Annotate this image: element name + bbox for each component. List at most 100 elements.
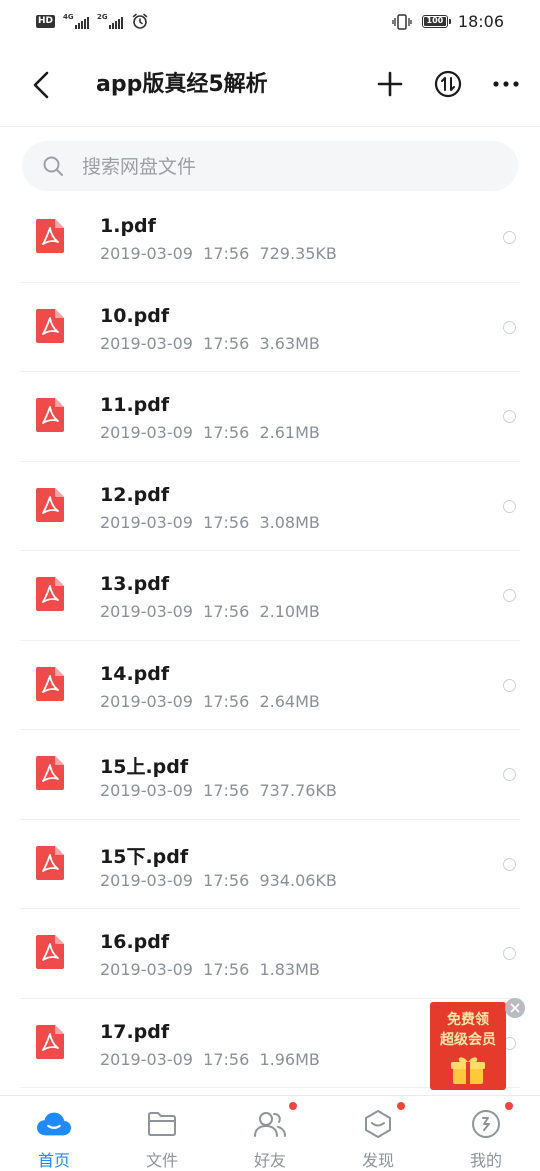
select-radio[interactable] <box>503 768 516 781</box>
file-row[interactable]: 12.pdf 2019-03-09 17:56 3.08MB <box>0 462 540 552</box>
pdf-file-icon <box>36 845 64 880</box>
battery-level: 100 <box>426 16 444 25</box>
pdf-file-icon <box>36 219 64 253</box>
add-button[interactable] <box>370 64 410 104</box>
tab-label: 文件 <box>145 1151 178 1170</box>
select-radio[interactable] <box>503 857 516 871</box>
tab-profile[interactable]: 我的 <box>432 1096 540 1171</box>
file-meta: 2019-03-09 17:56 3.63MB <box>100 333 320 353</box>
file-name: 14.pdf <box>100 662 170 685</box>
vibrate-icon <box>392 13 412 30</box>
file-row[interactable]: 14.pdf 2019-03-09 17:56 2.64MB <box>0 641 540 731</box>
file-name: 16.pdf <box>100 931 170 953</box>
pdf-file-icon <box>36 935 64 969</box>
select-radio[interactable] <box>503 320 516 334</box>
folder-icon <box>145 1108 179 1139</box>
network-label-2g: 2G <box>97 13 108 21</box>
notification-dot <box>289 1102 297 1110</box>
close-icon <box>510 1003 520 1013</box>
file-row[interactable]: 10.pdf 2019-03-09 17:56 3.63MB <box>0 283 540 373</box>
file-meta: 2019-03-09 17:56 2.64MB <box>100 691 320 711</box>
pdf-file-icon <box>36 666 64 701</box>
pdf-file-icon <box>36 577 64 611</box>
sort-icon <box>434 70 462 98</box>
file-name: 1.pdf <box>100 215 156 237</box>
file-meta: 2019-03-09 17:56 1.96MB <box>100 1049 320 1069</box>
file-meta: 2019-03-09 17:56 1.83MB <box>100 960 320 979</box>
file-name: 15下.pdf <box>100 845 189 868</box>
pdf-file-icon <box>36 756 64 790</box>
select-radio[interactable] <box>503 231 516 244</box>
tab-label: 好友 <box>253 1151 286 1170</box>
cellular-signal-icon-2: 2G <box>97 13 124 29</box>
back-icon <box>33 71 49 99</box>
promo-line1: 免费领 <box>447 1012 489 1028</box>
search-icon <box>43 156 63 176</box>
file-name: 11.pdf <box>100 394 170 416</box>
cloud-icon <box>37 1108 71 1139</box>
file-name: 12.pdf <box>100 483 170 506</box>
profile-icon <box>469 1102 513 1139</box>
promo-line2: 超级会员 <box>440 1032 496 1048</box>
select-radio[interactable] <box>503 499 516 513</box>
clock: 18:06 <box>457 12 504 31</box>
tab-home[interactable]: 首页 <box>0 1096 108 1171</box>
select-radio[interactable] <box>503 410 516 423</box>
tab-files[interactable]: 文件 <box>108 1096 216 1171</box>
select-radio[interactable] <box>503 947 516 960</box>
discover-icon <box>361 1102 405 1139</box>
file-row[interactable]: 11.pdf 2019-03-09 17:56 2.61MB <box>0 372 540 462</box>
promo-card: 免费领 超级会员 <box>430 1002 506 1090</box>
network-label-4g: 4G <box>63 13 74 21</box>
more-icon <box>493 81 519 87</box>
file-row[interactable]: 15上.pdf 2019-03-09 17:56 737.76KB <box>0 730 540 820</box>
tab-label: 首页 <box>37 1151 70 1170</box>
pdf-file-icon <box>36 308 64 343</box>
back-button[interactable] <box>24 66 58 104</box>
file-row[interactable]: 13.pdf 2019-03-09 17:56 2.10MB <box>0 551 540 641</box>
page-title: app版真经5解析 <box>96 72 268 97</box>
gift-icon <box>451 1057 485 1084</box>
file-row[interactable]: 1.pdf 2019-03-09 17:56 729.35KB <box>0 193 540 283</box>
tab-discover[interactable]: 发现 <box>324 1096 432 1171</box>
file-list: 1.pdf 2019-03-09 17:56 729.35KB 10.pdf 2… <box>0 193 540 1088</box>
file-name: 17.pdf <box>100 1020 170 1043</box>
alarm-icon <box>132 13 148 29</box>
tab-label: 发现 <box>361 1151 394 1170</box>
file-meta: 2019-03-09 17:56 934.06KB <box>100 870 337 890</box>
friends-icon <box>253 1102 297 1139</box>
file-name: 10.pdf <box>100 304 170 327</box>
tab-label: 我的 <box>469 1151 502 1170</box>
file-meta: 2019-03-09 17:56 737.76KB <box>100 781 337 800</box>
tab-friends[interactable]: 好友 <box>216 1096 324 1171</box>
file-name: 15上.pdf <box>100 756 189 778</box>
file-meta: 2019-03-09 17:56 3.08MB <box>100 512 320 532</box>
search-input[interactable] <box>80 141 504 193</box>
file-meta: 2019-03-09 17:56 2.10MB <box>100 602 320 621</box>
pdf-file-icon <box>36 1024 64 1059</box>
select-radio[interactable] <box>503 589 516 602</box>
file-row[interactable]: 16.pdf 2019-03-09 17:56 1.83MB <box>0 909 540 999</box>
bottom-tab-bar: 首页 文件 好友 发现 我的 <box>0 1095 540 1171</box>
cellular-signal-icon: 4G <box>63 13 90 29</box>
pdf-file-icon <box>36 398 64 432</box>
notification-dot <box>397 1102 405 1110</box>
notification-dot <box>505 1102 513 1110</box>
status-bar-left: HD 4G 2G <box>36 12 149 30</box>
header: app版真经5解析 <box>0 44 540 127</box>
battery-icon: 100 <box>421 15 451 28</box>
file-meta: 2019-03-09 17:56 2.61MB <box>100 423 320 442</box>
file-meta: 2019-03-09 17:56 729.35KB <box>100 244 337 263</box>
select-radio[interactable] <box>503 678 516 692</box>
status-bar: HD 4G 2G 100 18:06 <box>0 0 540 44</box>
file-name: 13.pdf <box>100 573 170 595</box>
vip-promo-banner[interactable]: 免费领 超级会员 <box>430 1002 506 1090</box>
sort-button[interactable] <box>428 64 468 104</box>
more-button[interactable] <box>486 64 526 104</box>
file-row[interactable]: 15下.pdf 2019-03-09 17:56 934.06KB <box>0 820 540 910</box>
status-bar-right: 100 18:06 <box>392 12 504 31</box>
add-icon <box>377 71 403 97</box>
hd-badge: HD <box>36 14 56 28</box>
promo-close-button[interactable] <box>505 998 525 1018</box>
pdf-file-icon <box>36 487 64 522</box>
